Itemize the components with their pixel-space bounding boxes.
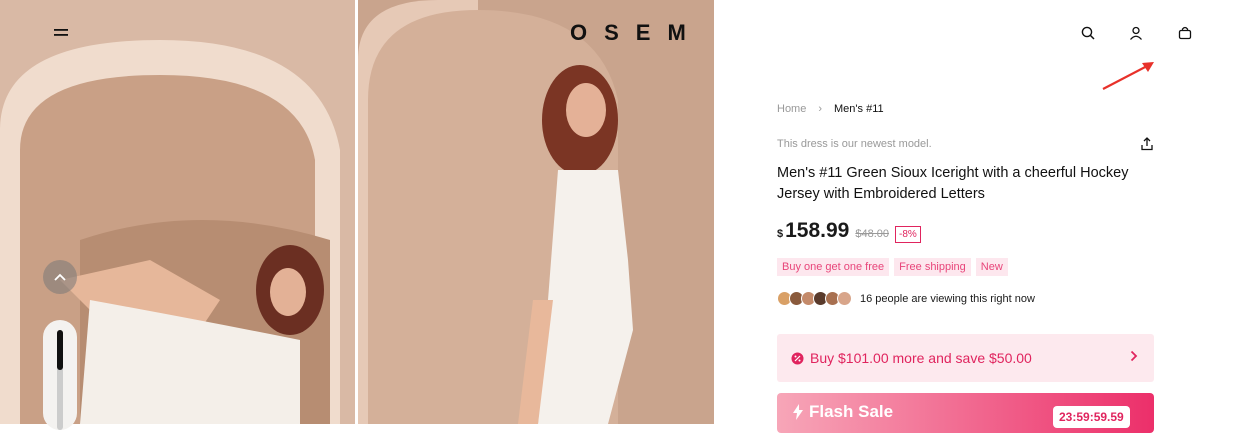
offer-text: Buy $101.00 more and save $50.00 [810,350,1032,366]
flash-sale-banner: Flash Sale 23:59:59.59 [777,393,1154,433]
photo-art-2 [358,0,633,424]
price-row: $ 158.99 $48.00 -8% [777,219,921,243]
product-note: This dress is our newest model. [777,138,932,150]
countdown-timer: 23:59:59.59 [1053,406,1130,428]
old-price: $48.00 [855,228,890,240]
discount-badge-icon [791,352,804,364]
spend-more-offer[interactable]: Buy $101.00 more and save $50.00 [777,334,1154,382]
scroll-up-button[interactable] [43,260,77,294]
breadcrumb-current: Men's #11 [834,103,884,115]
menu-icon[interactable] [52,24,70,42]
account-icon[interactable] [1127,24,1145,42]
tag-new: New [975,258,1008,276]
avatar [837,291,852,306]
breadcrumb: Home › Men's #11 [777,103,884,115]
brand-logo[interactable]: OSEM [570,20,703,46]
share-icon[interactable] [1139,136,1155,152]
price-currency: $ [777,228,784,240]
search-icon[interactable] [1079,24,1097,42]
product-title: Men's #11 Green Sioux Iceright with a ch… [777,165,1129,202]
breadcrumb-separator: › [818,103,823,115]
bag-icon[interactable] [1176,24,1194,42]
product-photo-2 [358,0,714,424]
price: 158.99 [785,219,850,242]
tag-free-shipping: Free shipping [894,258,971,276]
slider-fill [57,330,63,370]
lightning-icon [793,404,803,420]
breadcrumb-home[interactable]: Home [777,103,806,115]
chevron-up-icon [54,273,66,281]
flash-sale-label: Flash Sale [793,402,893,422]
live-viewers: 16 people are viewing this right now [777,291,1035,306]
chevron-right-icon [1130,350,1138,362]
tag-bogo: Buy one get one free [777,258,890,276]
viewers-text: 16 people are viewing this right now [860,292,1035,305]
annotation-arrow-icon [1102,62,1154,90]
promo-tags: Buy one get one free Free shipping New [777,258,1008,276]
gallery-scroll-slider[interactable] [43,320,77,430]
flash-sale-text: Flash Sale [809,402,894,421]
viewer-avatars [777,291,852,306]
discount-badge: -8% [895,226,921,243]
